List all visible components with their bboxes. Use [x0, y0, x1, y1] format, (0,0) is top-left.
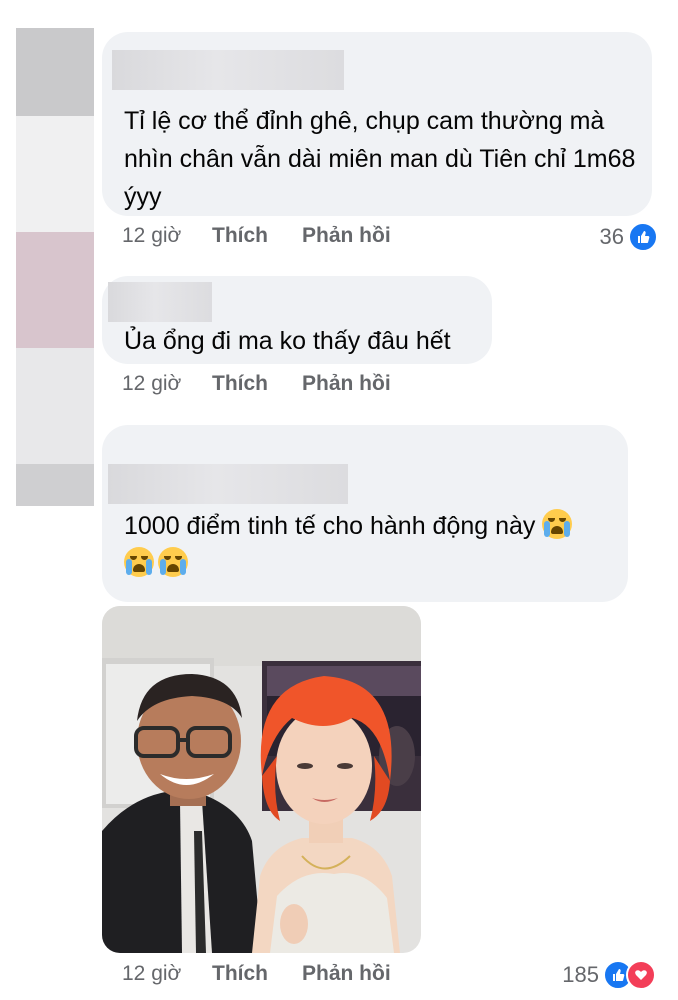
comment-bubble-3: 1000 điểm tinh tế cho hành động này [102, 425, 628, 602]
comment-bubble-1: Tỉ lệ cơ thể đỉnh ghê, chụp cam thường m… [102, 32, 652, 216]
commenter-name-blurred[interactable] [112, 50, 344, 90]
comment-meta-3: 12 giờ Thích Phản hồi [122, 962, 391, 986]
comment-meta-2: 12 giờ Thích Phản hồi [122, 372, 391, 396]
comment-text: Tỉ lệ cơ thể đỉnh ghê, chụp cam thường m… [124, 107, 636, 211]
reply-button[interactable]: Phản hồi [302, 962, 391, 986]
like-button[interactable]: Thích [212, 372, 302, 396]
comment-text: 1000 điểm tinh tế cho hành động này [124, 512, 536, 540]
reactions-3[interactable]: 185 [562, 960, 656, 990]
avatar-2[interactable] [16, 232, 94, 348]
avatar-1-lower [16, 116, 94, 232]
avatar-2-lower [16, 348, 94, 464]
reaction-count: 185 [562, 962, 599, 987]
crying-face-emoji [158, 547, 188, 577]
comment-bubble-2: Ủa ổng đi ma ko thấy đâu hết [102, 276, 492, 364]
top-cut-meta [118, 0, 418, 4]
comment-time[interactable]: 12 giờ [122, 224, 212, 248]
crying-face-emoji [124, 547, 154, 577]
comment-photo[interactable] [102, 606, 421, 953]
avatar-1[interactable] [16, 28, 94, 116]
photo-illustration [102, 606, 421, 953]
reactions-1[interactable]: 36 [600, 222, 658, 252]
commenter-name-blurred[interactable] [108, 282, 212, 322]
reaction-count: 36 [599, 224, 624, 249]
avatar-3[interactable] [16, 464, 94, 506]
comment-time[interactable]: 12 giờ [122, 372, 212, 396]
comment-text-wrap: 1000 điểm tinh tế cho hành động này [124, 507, 624, 583]
comment-text: Ủa ổng đi ma ko thấy đâu hết [124, 327, 451, 355]
like-button[interactable]: Thích [212, 962, 302, 986]
like-button[interactable]: Thích [212, 224, 302, 248]
like-icon [628, 222, 658, 252]
love-icon [626, 960, 656, 990]
commenter-name-blurred[interactable] [108, 464, 348, 504]
crying-face-emoji [542, 509, 573, 539]
reply-button[interactable]: Phản hồi [302, 372, 391, 396]
reply-button[interactable]: Phản hồi [302, 224, 391, 248]
comment-time[interactable]: 12 giờ [122, 962, 212, 986]
comment-meta-1: 12 giờ Thích Phản hồi [122, 224, 391, 248]
